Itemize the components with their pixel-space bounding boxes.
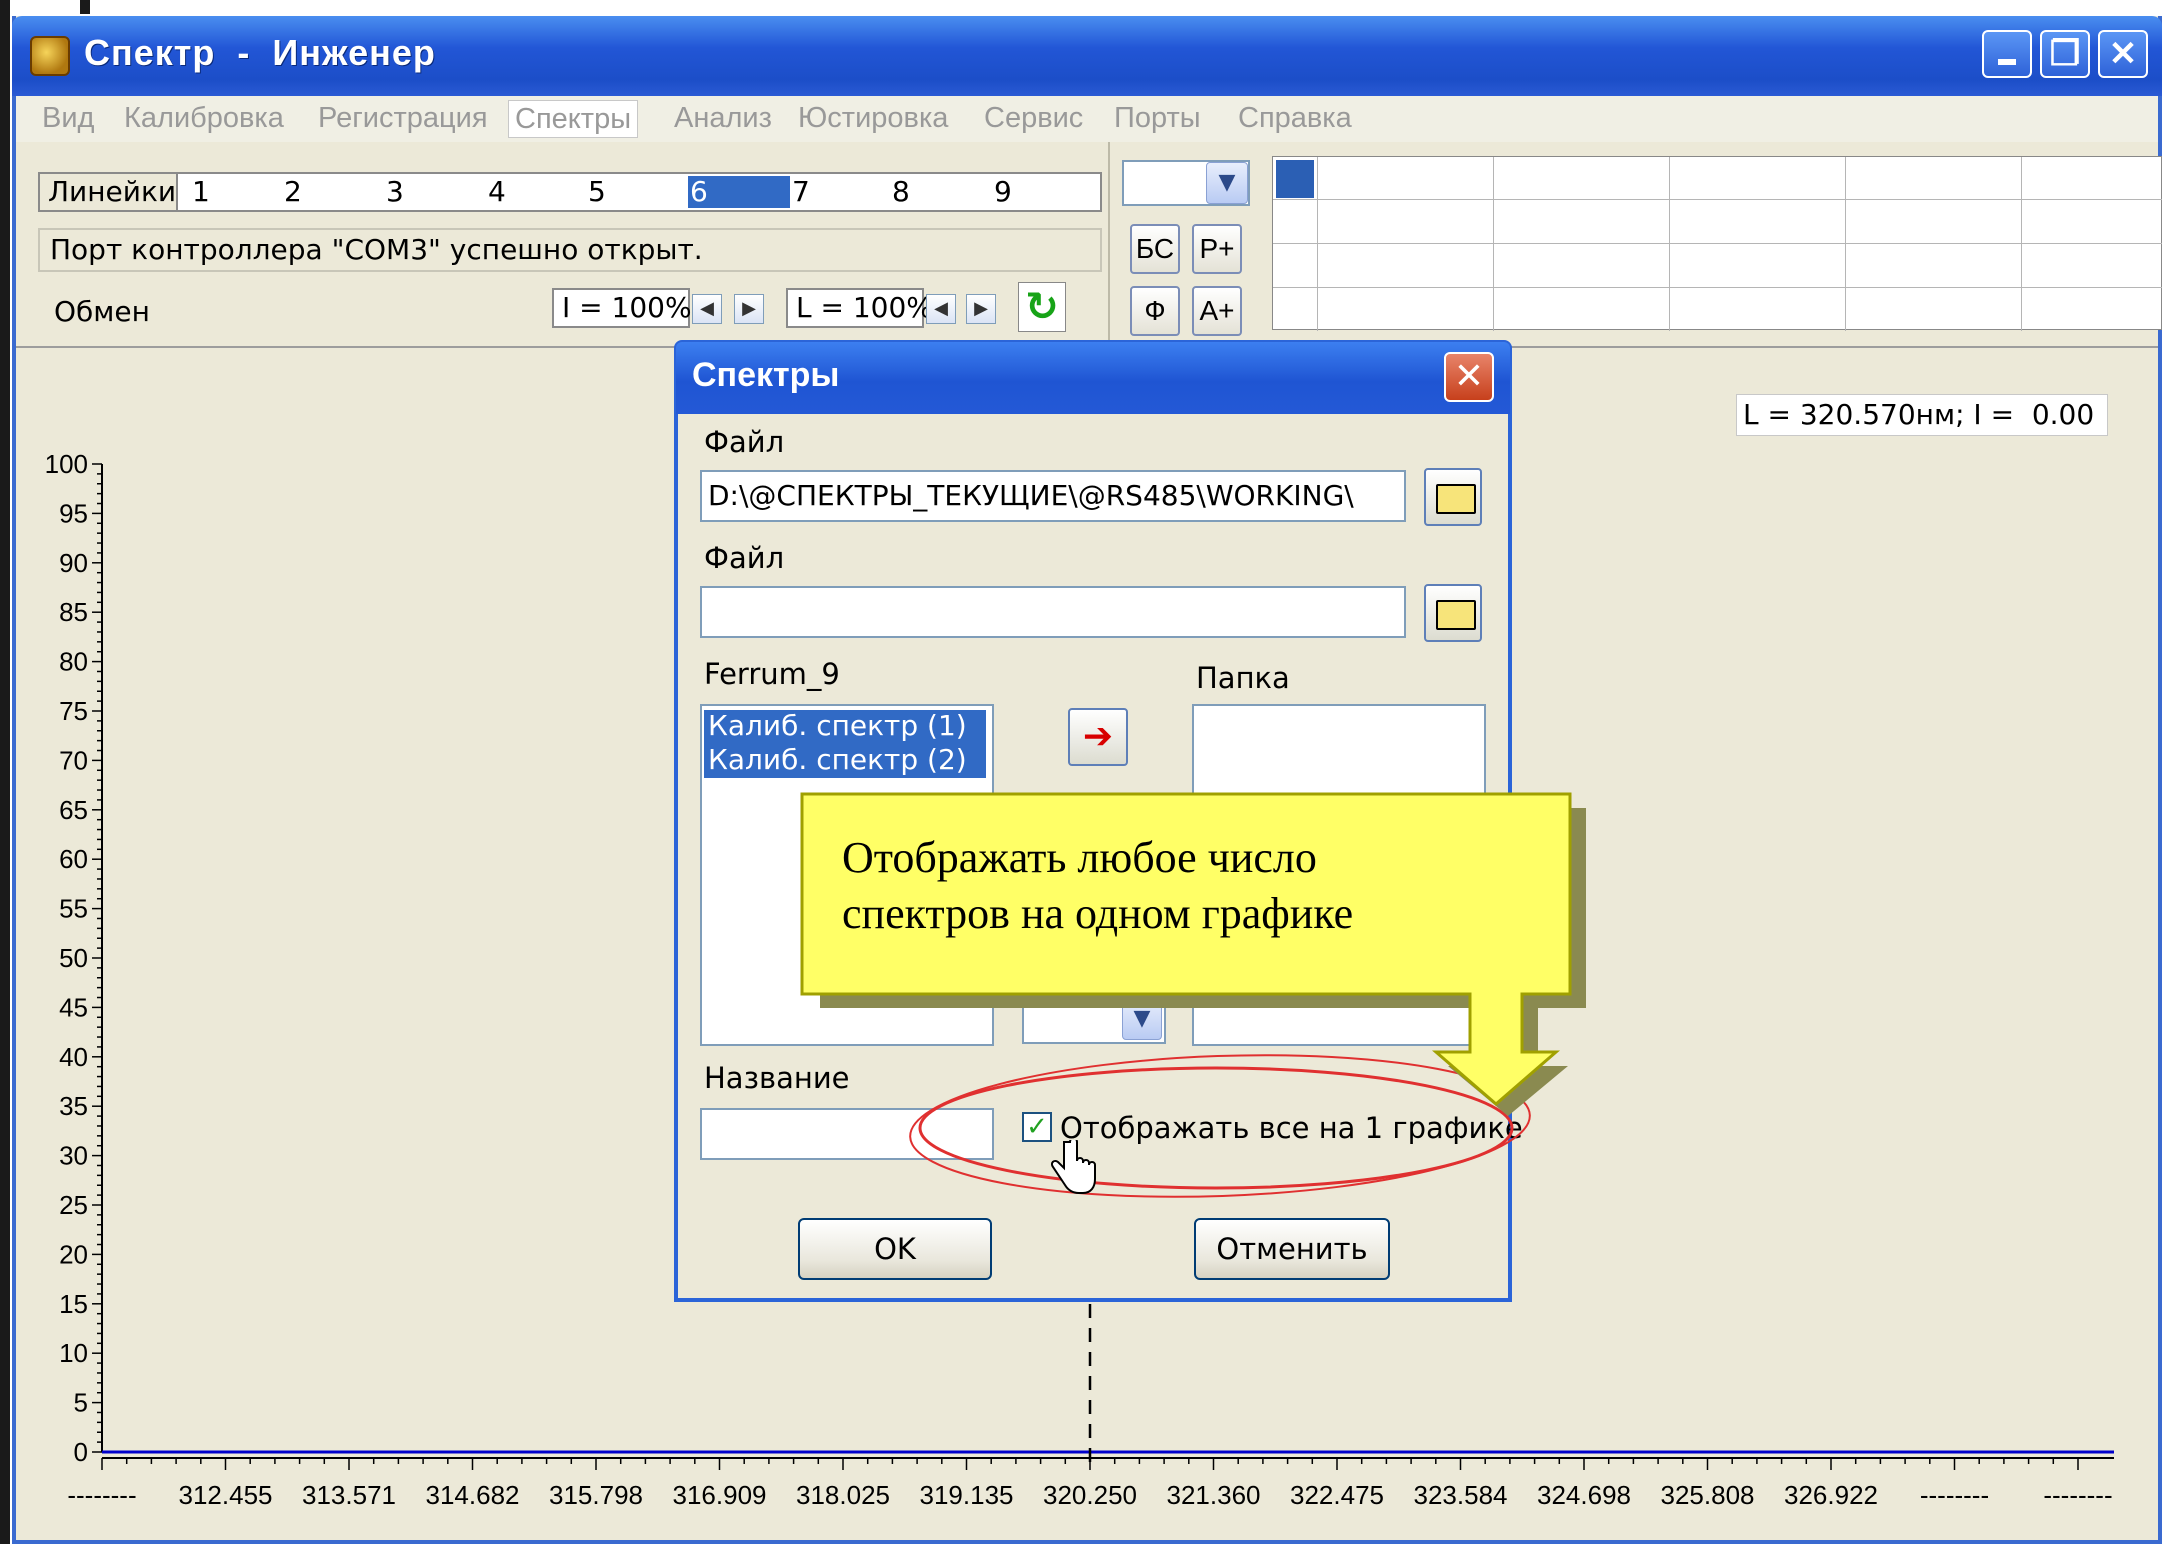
y-tick-label: 85 xyxy=(59,597,88,627)
callout-line2: спектров на одном графике xyxy=(842,889,1354,938)
y-tick-label: 20 xyxy=(59,1239,88,1269)
x-tick-label: 326.922 xyxy=(1784,1480,1878,1510)
cancel-button[interactable]: Отменить xyxy=(1194,1218,1390,1280)
y-tick-label: 45 xyxy=(59,992,88,1022)
checkmark-icon: ✓ xyxy=(1026,1112,1048,1142)
y-tick-label: 100 xyxy=(45,449,88,479)
list-item[interactable]: Калиб. спектр (2) xyxy=(704,744,986,778)
name-field[interactable] xyxy=(700,1108,994,1160)
y-tick-label: 80 xyxy=(59,647,88,677)
x-tick-label: 324.698 xyxy=(1537,1480,1631,1510)
y-tick-label: 10 xyxy=(59,1338,88,1368)
dialog-title: Спектры xyxy=(692,356,840,394)
show-all-checkbox-label[interactable]: Отображать все на 1 графике xyxy=(1060,1110,1523,1146)
browse-file2-button[interactable] xyxy=(1424,584,1482,642)
show-all-checkbox[interactable]: ✓ xyxy=(1022,1112,1052,1142)
x-tick-label: 318.025 xyxy=(796,1480,890,1510)
x-tick-label: -------- xyxy=(1920,1480,1989,1510)
y-tick-label: 65 xyxy=(59,795,88,825)
close-icon: ✕ xyxy=(1453,356,1485,397)
folder-open-icon xyxy=(1436,600,1476,630)
y-tick-label: 30 xyxy=(59,1141,88,1171)
callout-text: Отображать любое число спектров на одном… xyxy=(842,830,1562,942)
browse-file1-button[interactable] xyxy=(1424,468,1482,526)
file1-path-field[interactable]: D:\@СПЕКТРЫ_ТЕКУЩИЕ\@RS485\WORKING\ xyxy=(700,470,1406,522)
move-right-button[interactable]: ➔ xyxy=(1068,708,1128,766)
file1-label: Файл xyxy=(704,425,785,459)
ok-button[interactable]: OK xyxy=(798,1218,992,1280)
y-tick-label: 35 xyxy=(59,1091,88,1121)
hand-cursor-icon xyxy=(1050,1140,1096,1194)
x-tick-label: 325.808 xyxy=(1661,1480,1755,1510)
x-tick-label: 315.798 xyxy=(549,1480,643,1510)
cursor-readout: L = 320.570нм; I = 0.00 xyxy=(1736,394,2108,436)
y-tick-label: 0 xyxy=(74,1437,88,1467)
x-tick-label: 322.475 xyxy=(1290,1480,1384,1510)
x-tick-label: 321.360 xyxy=(1167,1480,1261,1510)
y-tick-label: 95 xyxy=(59,498,88,528)
x-tick-label: 312.455 xyxy=(179,1480,273,1510)
arrow-right-icon: ➔ xyxy=(1082,716,1114,757)
y-tick-label: 60 xyxy=(59,844,88,874)
y-tick-label: 15 xyxy=(59,1289,88,1319)
y-tick-label: 25 xyxy=(59,1190,88,1220)
file2-path-field[interactable] xyxy=(700,586,1406,638)
x-tick-label: 316.909 xyxy=(673,1480,767,1510)
y-tick-label: 55 xyxy=(59,894,88,924)
x-tick-label: -------- xyxy=(2043,1480,2112,1510)
x-tick-label: -------- xyxy=(67,1480,136,1510)
folder-label: Папка xyxy=(1196,661,1290,695)
y-tick-label: 5 xyxy=(74,1388,88,1418)
file2-label: Файл xyxy=(704,541,785,575)
x-tick-label: 319.135 xyxy=(920,1480,1014,1510)
x-tick-label: 320.250 xyxy=(1043,1480,1137,1510)
folder-open-icon xyxy=(1436,484,1476,514)
y-tick-label: 90 xyxy=(59,548,88,578)
y-tick-label: 75 xyxy=(59,696,88,726)
x-tick-label: 314.682 xyxy=(426,1480,520,1510)
list-item[interactable]: Калиб. спектр (1) xyxy=(704,710,986,744)
dialog-close-button[interactable]: ✕ xyxy=(1444,352,1494,402)
chevron-down-icon[interactable]: ▼ xyxy=(1122,998,1162,1040)
y-tick-label: 50 xyxy=(59,943,88,973)
x-tick-label: 313.571 xyxy=(302,1480,396,1510)
x-tick-label: 323.584 xyxy=(1414,1480,1508,1510)
y-tick-label: 40 xyxy=(59,1042,88,1072)
callout-line1: Отображать любое число xyxy=(842,833,1317,882)
name-label: Название xyxy=(704,1061,850,1095)
list-title: Ferrum_9 xyxy=(704,657,840,691)
y-tick-label: 70 xyxy=(59,745,88,775)
